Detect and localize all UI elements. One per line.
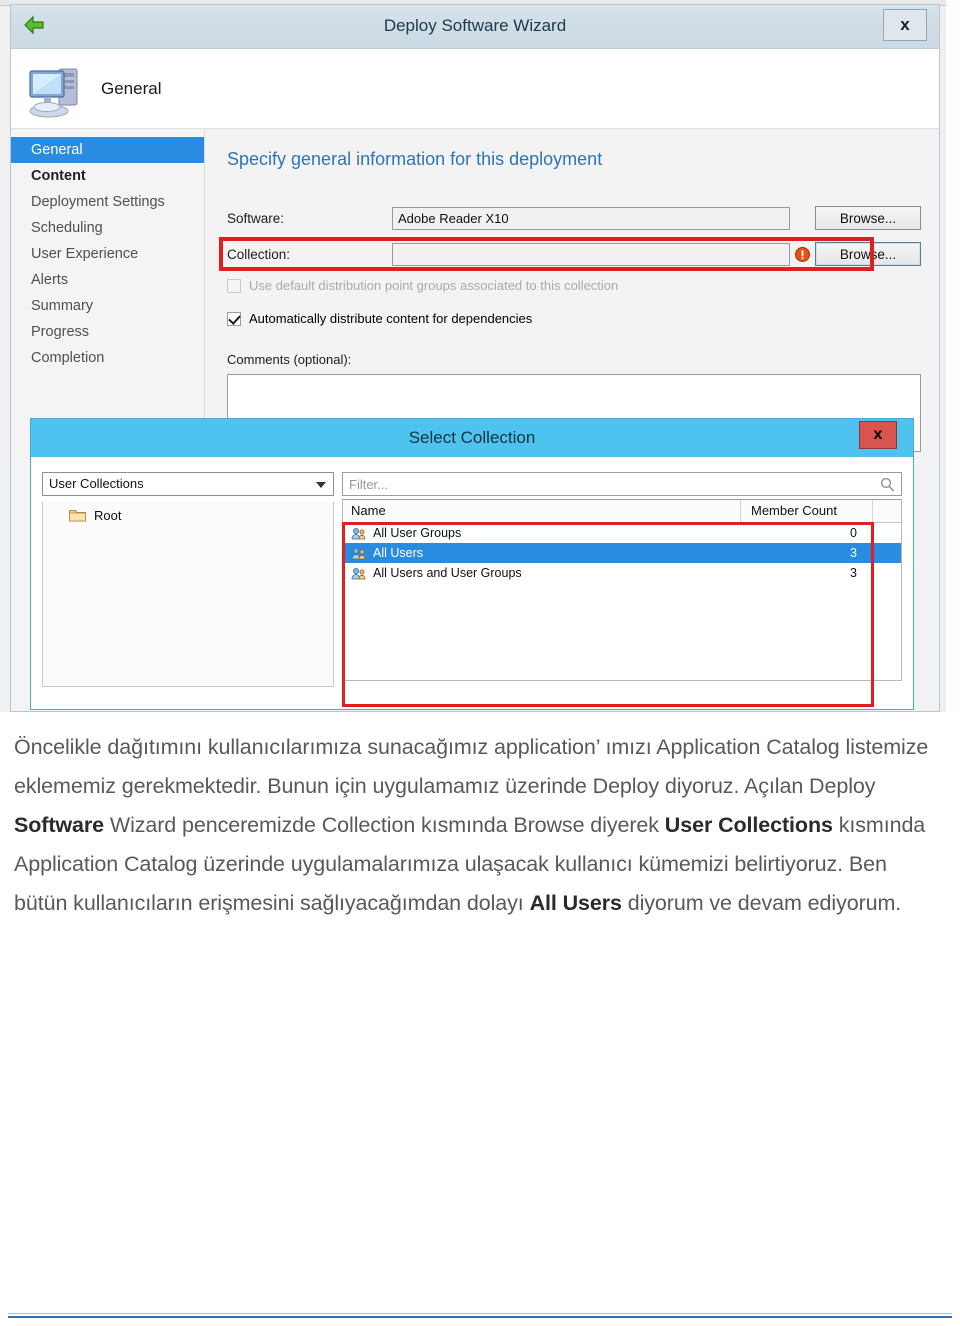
row-name-text: All User Groups: [373, 526, 462, 540]
tree-node-root-label: Root: [94, 507, 122, 523]
search-icon[interactable]: [880, 477, 895, 492]
auto-distribute-label: Automatically distribute content for dep…: [249, 311, 533, 326]
caption-bold-user-collections: User Collections: [664, 813, 833, 837]
user-collection-icon: [351, 547, 366, 560]
wizard-header-label: General: [101, 78, 162, 98]
caption-paragraph: Öncelikle dağıtımını kullanıcılarımıza s…: [14, 728, 944, 923]
caption-part-1: Öncelikle dağıtımını kullanıcılarımıza s…: [14, 735, 929, 798]
sidebar-item-completion[interactable]: Completion: [11, 345, 204, 371]
collection-label: Collection:: [227, 246, 291, 262]
software-label: Software:: [227, 210, 285, 226]
column-header-member-count[interactable]: Member Count: [741, 500, 873, 522]
select-collection-title: Select Collection: [408, 428, 536, 447]
sidebar-item-scheduling[interactable]: Scheduling: [11, 215, 204, 241]
sidebar-item-deployment-settings[interactable]: Deployment Settings: [11, 189, 204, 215]
auto-distribute-checkbox[interactable]: [227, 311, 241, 326]
software-input[interactable]: [392, 206, 790, 230]
wizard-title-bar: Deploy Software Wizard x: [11, 5, 939, 49]
folder-icon: [69, 508, 86, 522]
select-collection-title-bar: Select Collection x: [31, 419, 913, 457]
column-header-name[interactable]: Name: [343, 500, 741, 522]
row-member-count: 3: [850, 566, 857, 580]
collection-browse-button[interactable]: Browse...: [815, 242, 921, 266]
collection-type-selected-value: User Collections: [49, 476, 144, 491]
collection-folder-tree: Root: [42, 502, 334, 687]
filter-bar: [342, 472, 902, 496]
footer-rule-light: [8, 1313, 952, 1314]
table-row[interactable]: All Users and User Groups 3: [343, 563, 901, 583]
collection-list-panel: Name Member Count: [342, 472, 902, 707]
collection-input[interactable]: [392, 242, 790, 266]
tree-node-root[interactable]: Root: [43, 502, 333, 528]
collection-type-panel: User Collections Root: [42, 472, 342, 698]
sidebar-item-summary[interactable]: Summary: [11, 293, 204, 319]
sidebar-item-general[interactable]: General: [11, 137, 204, 163]
chevron-down-icon: [316, 482, 326, 488]
table-row[interactable]: All User Groups 0: [343, 523, 901, 543]
content-heading: Specify general information for this dep…: [227, 149, 603, 169]
use-default-dp-groups-label: Use default distribution point groups as…: [249, 278, 619, 293]
row-member-count: 0: [850, 526, 857, 540]
use-default-dp-groups-checkbox: [227, 278, 241, 293]
auto-distribute-checkbox-row[interactable]: Automatically distribute content for dep…: [227, 311, 921, 326]
computer-icon: [25, 59, 87, 119]
collection-grid-header: Name Member Count: [343, 500, 901, 523]
row-name-text: All Users and User Groups: [373, 566, 522, 580]
collection-grid: Name Member Count All User Groups 0 All …: [342, 499, 902, 681]
collection-type-select[interactable]: User Collections: [42, 472, 334, 496]
software-row: Software: Browse...: [227, 204, 921, 232]
sidebar-item-progress[interactable]: Progress: [11, 319, 204, 345]
select-collection-close-button[interactable]: x: [859, 421, 897, 449]
row-name-text: All Users: [373, 546, 424, 560]
caption-bold-all-users: All Users: [529, 891, 622, 915]
footer-rule: [8, 1316, 952, 1318]
wizard-title: Deploy Software Wizard: [383, 16, 567, 35]
row-member-count: 3: [850, 546, 857, 560]
user-collection-icon: [351, 567, 366, 580]
column-header-pad: [873, 500, 901, 522]
row-name-cell: All Users and User Groups: [343, 566, 741, 580]
table-row[interactable]: All Users 3: [343, 543, 901, 563]
wizard-close-button[interactable]: x: [883, 9, 927, 41]
comments-label: Comments (optional):: [227, 352, 352, 367]
software-browse-button[interactable]: Browse...: [815, 206, 921, 230]
sidebar-item-alerts[interactable]: Alerts: [11, 267, 204, 293]
select-collection-body: User Collections Root Filter... Name Mem…: [31, 457, 913, 709]
caption-bold-software: Software: [14, 813, 104, 837]
row-name-cell: All Users: [343, 546, 741, 560]
row-name-cell: All User Groups: [343, 526, 741, 540]
user-collection-icon: [351, 527, 366, 540]
use-default-dp-groups-checkbox-row: Use default distribution point groups as…: [227, 278, 921, 293]
caption-part-4: diyorum ve devam ediyorum.: [621, 891, 902, 915]
select-collection-dialog: Select Collection x User Collections Roo…: [30, 418, 914, 710]
embedded-screenshot: Deploy Software Wizard x General General…: [0, 0, 960, 712]
filter-input[interactable]: [343, 473, 901, 495]
sidebar-item-user-experience[interactable]: User Experience: [11, 241, 204, 267]
screenshot-right-strip: [946, 0, 960, 712]
collection-row: Collection: Browse...: [227, 240, 921, 268]
wizard-header-band: General: [11, 49, 939, 129]
warning-icon: [795, 246, 810, 262]
caption-part-2: Wizard penceremizde Collection kısmında …: [104, 813, 665, 837]
sidebar-item-content[interactable]: Content: [11, 163, 204, 189]
